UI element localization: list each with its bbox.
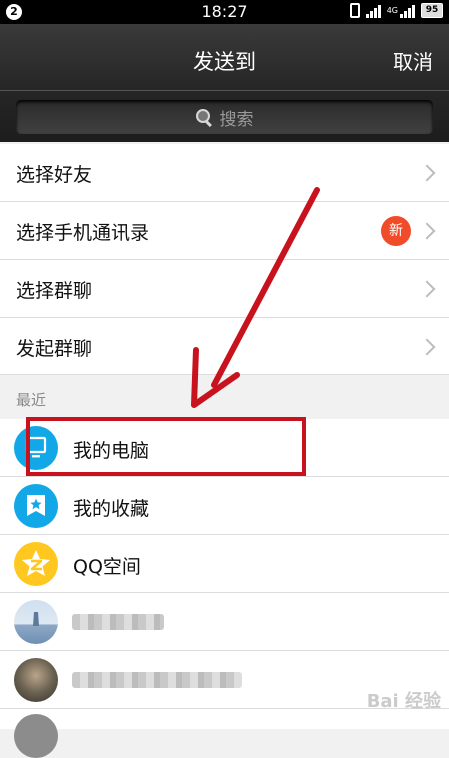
watermark: Bai 经验 <box>366 691 441 712</box>
contact-avatar <box>14 714 58 758</box>
annotation-arrow <box>191 187 320 408</box>
